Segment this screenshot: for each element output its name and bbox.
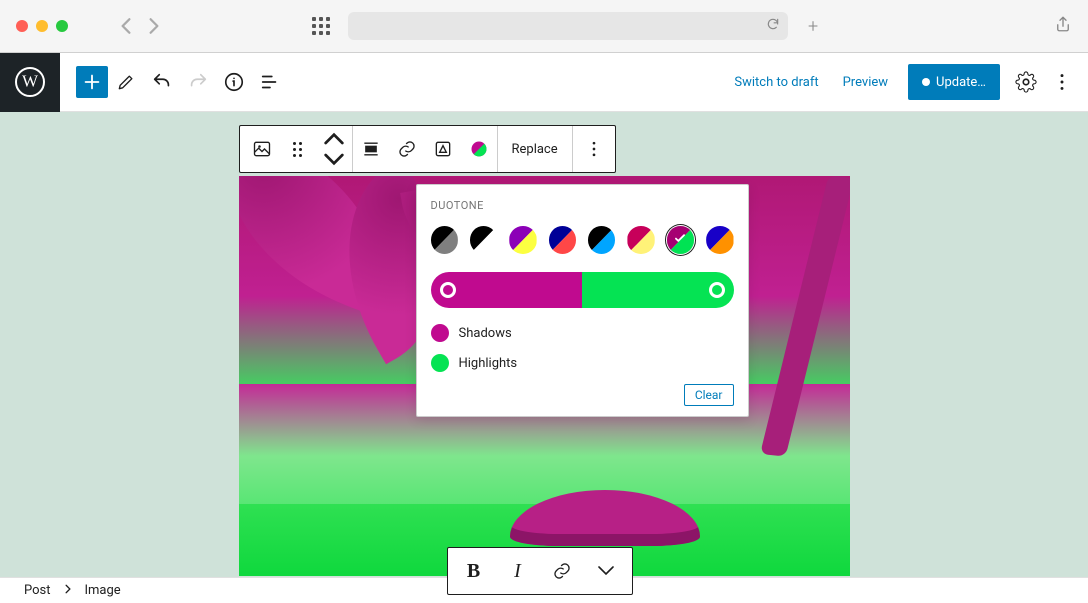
more-format-button[interactable]	[584, 548, 628, 594]
duotone-preset-dark-grayscale[interactable]	[431, 226, 458, 254]
chevron-right-icon	[63, 583, 73, 598]
close-window[interactable]	[16, 20, 28, 32]
duotone-presets	[431, 226, 734, 254]
more-menu-icon[interactable]	[1044, 64, 1080, 100]
outline-button[interactable]	[252, 64, 288, 100]
gradient-thumb-shadow[interactable]	[440, 282, 456, 298]
back-button[interactable]	[116, 14, 136, 38]
duotone-popover: DUOTONE Shadows Highlights Clear	[416, 184, 749, 417]
highlights-label: Highlights	[459, 356, 518, 371]
duotone-preset-midnight[interactable]	[588, 226, 615, 254]
tools-edit-icon[interactable]	[108, 64, 144, 100]
duotone-preset-blue-orange[interactable]	[706, 226, 733, 254]
apps-grid-icon[interactable]	[312, 17, 330, 35]
link-button[interactable]	[389, 126, 425, 172]
clear-button[interactable]: Clear	[684, 384, 734, 406]
redo-button[interactable]	[180, 64, 216, 100]
block-more-menu[interactable]	[573, 139, 615, 159]
settings-gear-icon[interactable]	[1008, 64, 1044, 100]
duotone-preset-blue-red[interactable]	[549, 226, 576, 254]
browser-chrome: +	[0, 0, 1088, 53]
window-controls	[16, 20, 68, 32]
wordpress-logo[interactable]	[0, 53, 60, 112]
shadows-color-dot[interactable]	[431, 324, 449, 342]
undo-button[interactable]	[144, 64, 180, 100]
editor-top-bar: Switch to draft Preview Update…	[0, 53, 1088, 112]
duotone-preset-purple-yellow[interactable]	[509, 226, 536, 254]
update-button-label: Update…	[936, 75, 986, 90]
block-toolbar: Replace	[239, 125, 616, 173]
switch-to-draft-link[interactable]: Switch to draft	[722, 75, 830, 90]
block-content: Replace DUOTONE Shadows Highlights	[239, 112, 850, 577]
crop-button[interactable]	[425, 126, 461, 172]
info-button[interactable]	[216, 64, 252, 100]
move-up-down-icon[interactable]	[316, 126, 352, 172]
drag-handle-icon[interactable]	[280, 126, 316, 172]
highlights-legend: Highlights	[431, 354, 734, 372]
block-type-image-icon[interactable]	[244, 126, 280, 172]
duotone-title: DUOTONE	[431, 199, 734, 212]
duotone-preset-magenta-yellow[interactable]	[627, 226, 654, 254]
highlights-color-dot[interactable]	[431, 354, 449, 372]
minimize-window[interactable]	[36, 20, 48, 32]
share-icon[interactable]	[1054, 14, 1072, 38]
duotone-preset-purple-green[interactable]	[667, 226, 694, 254]
align-button[interactable]	[353, 126, 389, 172]
link-inline-button[interactable]	[540, 548, 584, 594]
preview-link[interactable]: Preview	[831, 75, 900, 90]
forward-button[interactable]	[144, 14, 164, 38]
replace-button[interactable]: Replace	[498, 126, 573, 172]
caption-format-toolbar: B I	[447, 547, 633, 595]
nav-arrows	[116, 14, 164, 38]
refresh-icon[interactable]	[766, 17, 780, 35]
url-bar[interactable]	[348, 12, 788, 40]
duotone-button[interactable]	[461, 126, 497, 172]
italic-button[interactable]: I	[496, 548, 540, 594]
block-inserter-button[interactable]	[76, 66, 108, 98]
update-button[interactable]: Update…	[908, 64, 1000, 100]
editor-canvas: Replace DUOTONE Shadows Highlights	[0, 112, 1088, 577]
duotone-gradient-bar[interactable]	[431, 272, 734, 308]
gradient-thumb-highlight[interactable]	[709, 282, 725, 298]
shadows-legend: Shadows	[431, 324, 734, 342]
new-tab-button[interactable]: +	[808, 16, 818, 37]
breadcrumb-root[interactable]: Post	[24, 583, 51, 598]
maximize-window[interactable]	[56, 20, 68, 32]
shadows-label: Shadows	[459, 326, 512, 341]
duotone-preset-grayscale[interactable]	[470, 226, 497, 254]
dirty-indicator-icon	[922, 78, 930, 86]
bold-button[interactable]: B	[452, 548, 496, 594]
check-icon	[673, 231, 687, 249]
breadcrumb-current[interactable]: Image	[85, 583, 121, 598]
